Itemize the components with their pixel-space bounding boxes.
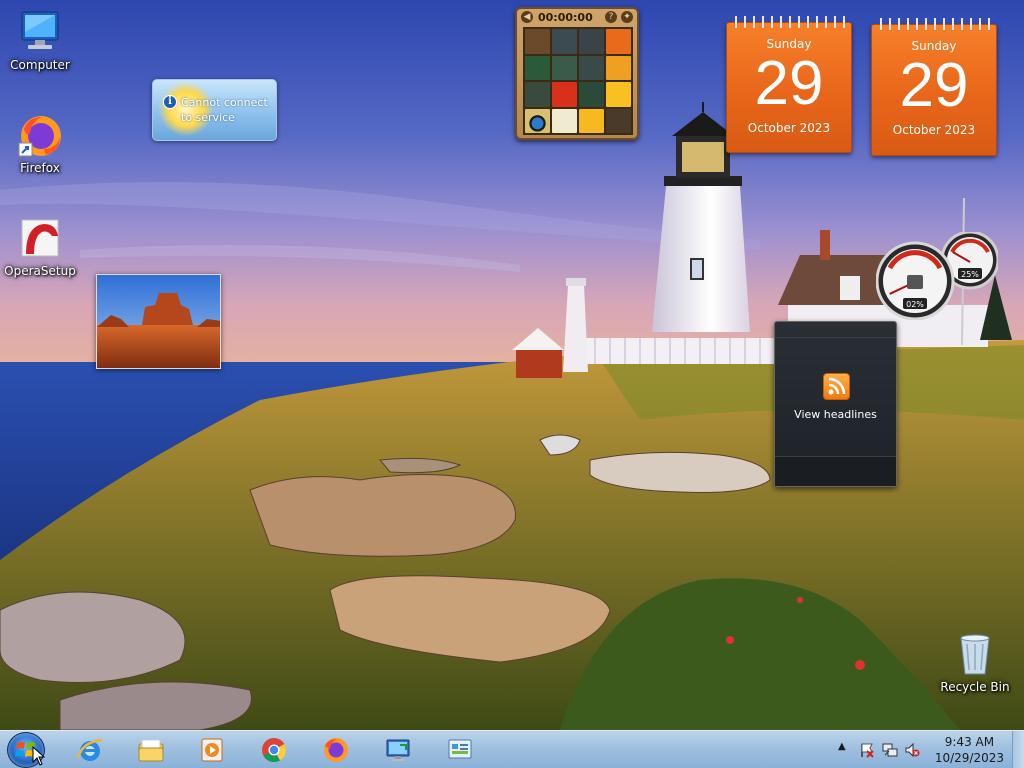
taskbar: ▲ 9:43 AM 10/29/2023 [0,730,1024,768]
taskbar-media-player[interactable] [186,732,238,768]
desktop-icon-label: Computer [10,58,70,72]
taskbar-chrome[interactable] [248,732,300,768]
file-explorer-icon [138,739,164,762]
puzzle-tile[interactable] [552,108,577,133]
taskbar-control-panel[interactable] [434,732,486,768]
show-hidden-icons-chevron[interactable]: ▲ [838,741,854,757]
puzzle-tile[interactable] [606,29,631,54]
puzzle-timer: 00:00:00 [538,11,593,24]
desktop-icon-opera-setup[interactable]: OperaSetup [0,214,80,278]
media-player-icon [201,738,223,762]
puzzle-back-icon[interactable]: ◀ [521,11,533,23]
puzzle-grid[interactable] [523,27,633,135]
puzzle-tile[interactable] [525,29,550,54]
system-tray: ▲ 9:43 AM 10/29/2023 [834,731,1024,768]
puzzle-picture-icon[interactable]: ✦ [621,11,633,23]
internet-explorer-icon [76,738,103,761]
puzzle-tile[interactable] [606,108,631,133]
remote-desktop-icon [386,739,410,761]
show-desktop-button[interactable] [1012,731,1024,768]
puzzle-help-button[interactable]: ? [605,11,617,23]
taskbar-clock[interactable]: 9:43 AM 10/29/2023 [935,734,1004,766]
desktop-icon-firefox[interactable]: Firefox [0,111,80,175]
calendar-binding-rings [731,16,847,28]
desktop-icon-recycle-bin[interactable]: Recycle Bin [935,630,1015,694]
puzzle-tile[interactable] [606,82,631,107]
feed-header [775,322,896,338]
calendar-gadget[interactable]: Sunday 29 October 2023 [871,18,997,156]
volume-muted-icon[interactable] [904,742,920,758]
info-icon: i [163,95,177,109]
clock-time: 9:43 AM [944,735,995,749]
recycle-bin-icon [951,630,999,678]
feed-footer [775,456,896,486]
puzzle-tile[interactable] [552,55,577,80]
taskbar-remote-desktop[interactable] [372,732,424,768]
taskbar-firefox[interactable] [310,732,362,768]
taskbar-file-explorer[interactable] [125,732,177,768]
puzzle-tile[interactable] [579,55,604,80]
puzzle-tile[interactable] [525,82,550,107]
calendar-gadget[interactable]: Sunday 29 October 2023 [726,16,852,153]
slideshow-image [97,275,220,368]
weather-gadget[interactable]: i Cannot connect to service [152,79,277,141]
view-headlines-link[interactable]: View headlines [775,408,896,421]
firefox-icon [324,738,348,762]
control-panel-icon [448,739,472,759]
cpu-meter-gadget[interactable]: 25% 02% [875,230,1000,321]
puzzle-tile[interactable] [525,55,550,80]
puzzle-tile[interactable] [579,82,604,107]
computer-icon [16,8,64,56]
clock-date: 10/29/2023 [934,751,1004,765]
puzzle-tile[interactable] [606,55,631,80]
puzzle-tile[interactable] [552,29,577,54]
calendar-day-number: 29 [754,49,824,118]
puzzle-tile[interactable] [579,108,604,133]
picture-puzzle-gadget[interactable]: ◀ 00:00:00 ? ✦ [515,7,639,140]
action-center-flag-icon[interactable] [859,742,875,758]
puzzle-toolbar: ◀ 00:00:00 ? ✦ [517,9,637,27]
calendar-day-number: 29 [899,51,969,120]
desktop-icon-label: Firefox [20,161,60,175]
rss-icon [823,373,850,400]
calendar-binding-rings [876,18,992,30]
weather-error-message: Cannot connect to service [181,96,268,124]
memory-percent: 25% [961,270,979,279]
puzzle-tile[interactable] [525,108,550,133]
calendar-month-year: October 2023 [747,121,831,135]
puzzle-tile[interactable] [579,29,604,54]
cpu-dial: 02% [875,241,955,321]
desktop-icon-label: Recycle Bin [940,680,1010,694]
feed-headlines-gadget[interactable]: View headlines [774,321,897,487]
puzzle-tile[interactable] [552,82,577,107]
calendar-month-year: October 2023 [892,123,976,137]
mouse-cursor-icon [32,746,46,766]
firefox-icon [16,111,64,159]
opera-setup-icon [16,214,64,262]
desktop-icon-computer[interactable]: Computer [0,8,80,72]
desktop-icon-label: OperaSetup [4,264,76,278]
network-icon[interactable] [882,742,898,758]
slideshow-gadget[interactable] [96,274,221,369]
cpu-percent: 02% [906,300,924,309]
taskbar-internet-explorer[interactable] [64,732,116,768]
chrome-icon [262,738,286,763]
